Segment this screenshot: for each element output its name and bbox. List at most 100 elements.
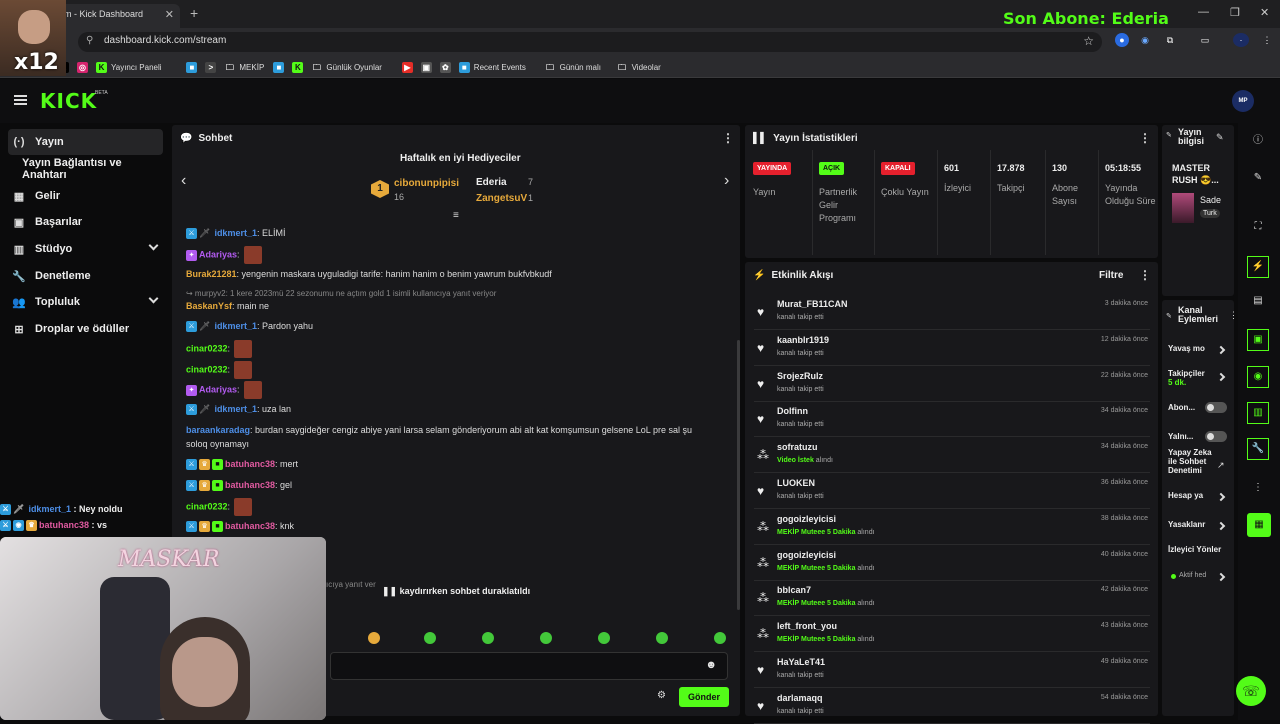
emote-button-icon[interactable] [656,632,668,644]
maximize-icon[interactable]: ❐ [1230,6,1240,19]
info-icon[interactable]: ⓘ [1250,133,1266,149]
chat-username[interactable]: idkmert_1 [214,404,257,414]
toggle-switch[interactable] [1205,402,1227,413]
activity-event[interactable]: ♥ darlamaqq kanalı takip etti 54 dakika önc… [754,690,1150,724]
menu-icon[interactable] [14,95,27,105]
profile-avatar-icon[interactable]: · [1233,33,1249,47]
emoji-picker-icon[interactable]: ☻ [705,659,717,671]
sidebar-item[interactable]: ▣ Başarılar [8,209,163,235]
bookmark-item[interactable]: 🗀 MEKİP [224,59,264,75]
chat-scrollbar[interactable] [737,340,740,610]
chevron-left-icon[interactable]: ‹ [181,172,186,190]
gifter-name[interactable]: ZangetsuV [476,193,527,204]
kick-logo[interactable]: KICK [40,89,97,113]
pencil-icon[interactable]: ✎ [1250,170,1266,186]
sidebar-item[interactable]: ⊞ Droplar ve ödüller [8,316,163,342]
chat-username[interactable]: Adariyas [199,249,237,259]
chevron-right-icon[interactable]: › [724,172,729,190]
chat-username[interactable]: Adariyas [199,384,237,394]
edit-icon[interactable]: ✎ [1216,132,1224,143]
activity-event[interactable]: ♥ SrojezRulz kanalı takip etti 22 dakika ön… [754,368,1150,402]
channel-action-label[interactable]: Yasaklanr [1168,520,1224,529]
fullscreen-icon[interactable]: ⛶ [1250,219,1266,235]
extension-icon[interactable]: ◉ [1138,33,1152,47]
chat-bubble-icon[interactable]: ▣ [1247,329,1269,351]
chat-username[interactable]: Burak21281 [186,269,237,279]
new-tab-icon[interactable]: + [190,5,198,21]
chat-input[interactable]: ☻ [330,652,728,680]
layers-icon[interactable]: ▥ [1247,402,1269,424]
toggle-switch[interactable] [1205,431,1227,442]
channel-action-label[interactable]: Yavaş mo [1168,344,1224,353]
sidebar-item[interactable]: 👥 Topluluk [8,289,163,315]
chat-settings-icon[interactable]: ⚙ [657,690,666,701]
external-link-icon[interactable]: ↗ [1217,460,1225,471]
channel-action-label[interactable]: Yapay Zeka ile Sohbet Denetimi [1168,448,1214,475]
bookmark-item[interactable]: ■ [186,59,198,75]
avatar[interactable]: MP [1232,90,1254,112]
chat-username[interactable]: cinar0232 [186,364,228,374]
bookmark-item[interactable]: ◎ [77,59,88,75]
wrench-icon[interactable]: 🔧 [1247,438,1269,460]
bookmark-item[interactable]: > [205,59,217,75]
chat-username[interactable]: cinar0232 [186,501,228,511]
extensions-puzzle-icon[interactable]: ⧉ [1163,33,1177,47]
url-input[interactable]: ⚲ dashboard.kick.com/stream ☆ [78,32,1102,52]
emote-button-icon[interactable] [714,632,726,644]
activity-event[interactable]: ⁂ sofratuzu Video İstek alındı 34 dakika ön… [754,439,1150,474]
bookmark-item[interactable]: 🗀 Günlük Oyunlar [311,59,382,75]
close-tab-icon[interactable]: ✕ [165,8,174,21]
chat-username[interactable]: idkmert_1 [214,228,257,238]
chat-username[interactable]: baraankaradag [186,425,250,435]
close-window-icon[interactable]: ✕ [1260,6,1269,19]
bookmark-item[interactable]: ✿ [439,59,451,75]
more-options-icon[interactable]: ⋮ [1250,480,1266,496]
emote-button-icon[interactable] [540,632,552,644]
extension-icon[interactable]: ● [1115,33,1129,47]
activity-event[interactable]: ♥ HaYaLeT41 kanalı takip etti 49 dakika önc… [754,654,1150,688]
chat-username[interactable]: cinar0232 [186,343,228,353]
chat-paused-notice[interactable]: ❚❚ kaydırırken sohbet duraklatıldı [382,586,530,597]
bookmark-item[interactable]: ▣ [420,59,432,75]
more-options-icon[interactable]: ⋮ [1139,268,1151,282]
emote-button-icon[interactable] [424,632,436,644]
document-icon[interactable]: ▤ [1250,293,1266,309]
clapperboard-icon[interactable]: ▦ [1247,513,1271,537]
sidebar-item[interactable]: Yayın Bağlantısı ve Anahtarı [8,156,163,182]
chat-username[interactable]: BaskanYsf [186,301,232,311]
chat-username[interactable]: batuhanc38 [225,480,275,490]
activity-event[interactable]: ♥ Murat_FB11CAN kanalı takip etti 3 dakika … [754,296,1150,330]
bookmark-item[interactable]: K [292,59,304,75]
bookmark-item[interactable]: ■ Recent Events [458,59,526,75]
bookmark-item[interactable]: 🗀 Günün malı [545,59,601,75]
emote-button-icon[interactable] [598,632,610,644]
channel-action-label[interactable]: Hesap ya [1168,491,1224,500]
activity-event[interactable]: ⁂ left_front_you MEKİP Muteee 5 Dakika alı… [754,618,1150,653]
filter-button[interactable]: Filtre [1099,270,1123,281]
support-icon[interactable]: ☏ [1236,676,1266,706]
bookmark-star-icon[interactable]: ☆ [1083,34,1094,48]
activity-event[interactable]: ♥ Dolfinn kanalı takip etti 34 dakika önce [754,403,1150,438]
channel-action-label[interactable]: Aktif hed [1179,571,1235,580]
more-options-icon[interactable]: ⋮ [722,131,734,145]
chat-username[interactable]: batuhanc38 [225,459,275,469]
gifter-name[interactable]: cibonunpipisi [394,178,459,189]
activity-event[interactable]: ⁂ gogoizleyicisi MEKİP Muteee 5 Dakika alı… [754,511,1150,545]
side-panel-icon[interactable]: ▭ [1198,33,1212,47]
browser-menu-icon[interactable]: ⋮ [1260,33,1274,47]
more-options-icon[interactable]: ⋮ [1229,310,1238,321]
chat-username[interactable]: batuhanc38 [225,521,275,531]
activity-event[interactable]: ♥ LUOKEN kanalı takip etti 36 dakika önce [754,475,1150,509]
sidebar-item[interactable]: ▥ Stüdyo [8,236,163,262]
bookmark-item[interactable]: 🗀 Videolar [617,59,661,75]
minimize-icon[interactable]: — [1198,6,1209,18]
activity-event[interactable]: ♥ kaanblr1919 kanalı takip etti 12 dakika ö… [754,332,1150,366]
activity-event[interactable]: ⁂ gogoizleyicisi MEKİP Muteee 5 Dakika alı… [754,547,1150,581]
sidebar-item[interactable]: (·) Yayın [8,129,163,155]
bookmark-item[interactable]: ▶ [401,59,413,75]
site-info-icon[interactable]: ⚲ [86,35,93,46]
collapse-icon[interactable]: ≡ [453,210,459,221]
sidebar-item[interactable]: 🔧 Denetleme [8,263,163,289]
channel-action-label[interactable]: Takipçiler 5 dk. [1168,369,1224,387]
emote-button-icon[interactable] [368,632,380,644]
